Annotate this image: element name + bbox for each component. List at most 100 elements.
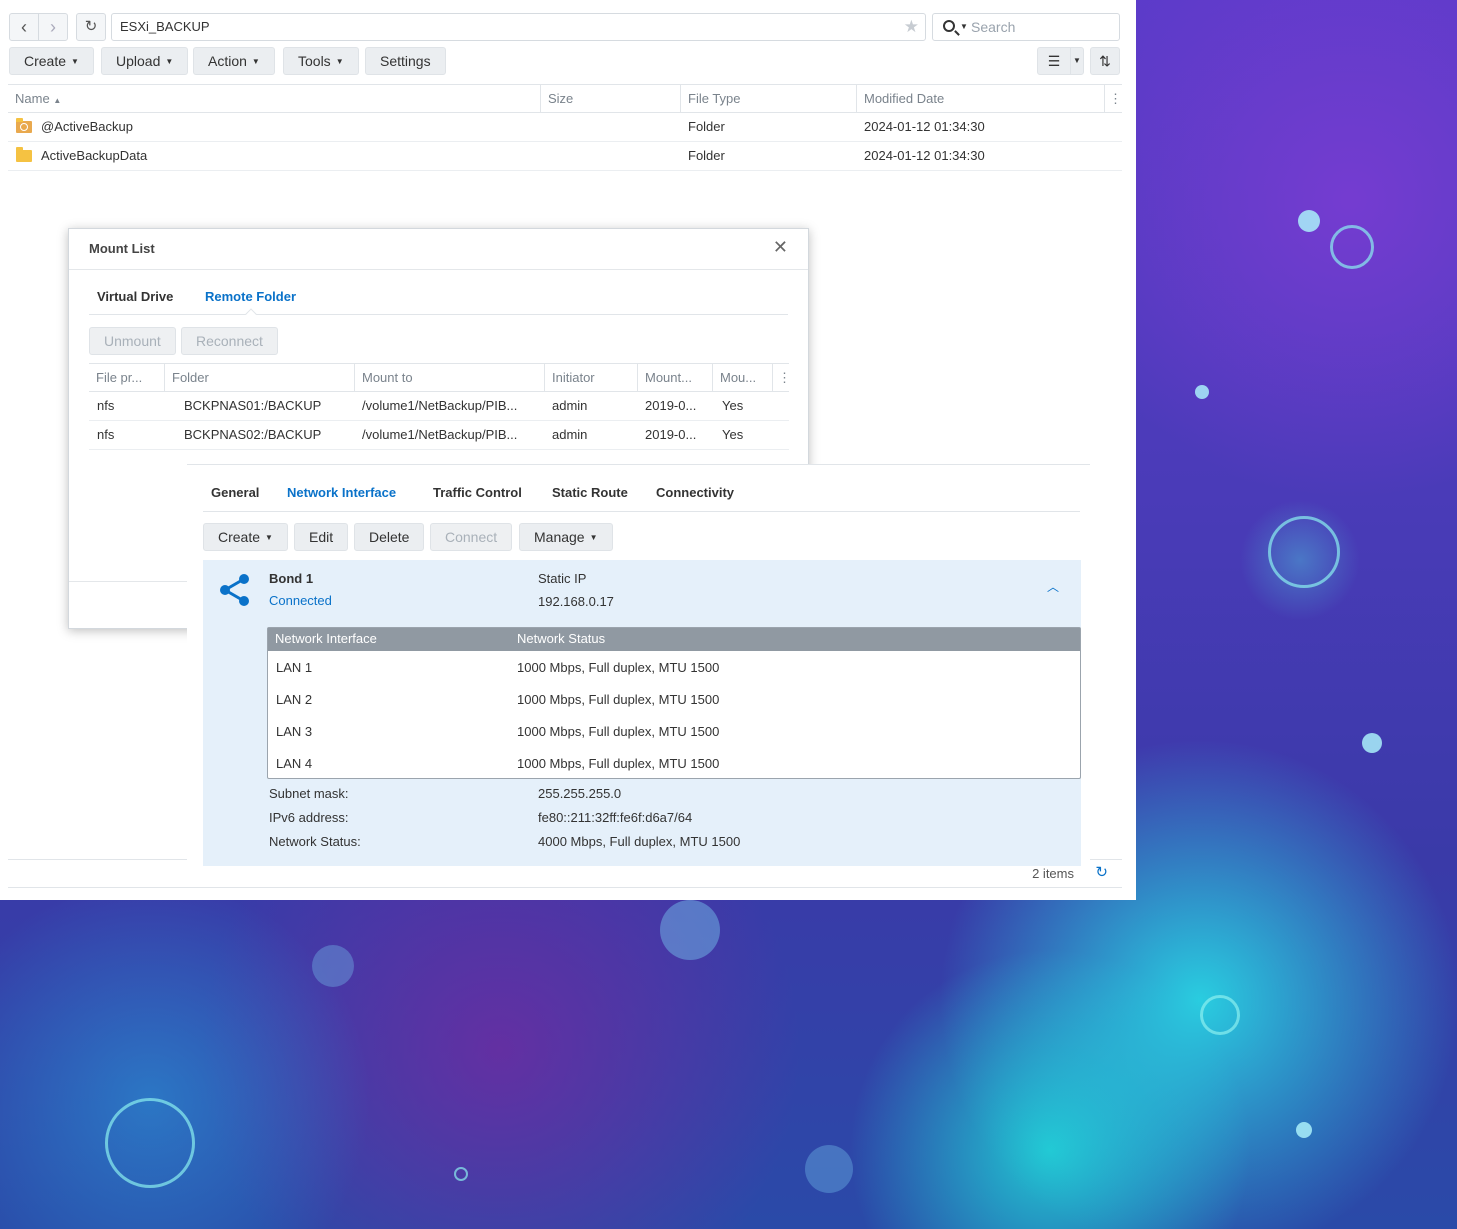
back-button[interactable]: ‹ <box>9 13 39 41</box>
subnet-value: 255.255.255.0 <box>538 786 622 801</box>
interface-status: 1000 Mbps, Full duplex, MTU 1500 <box>517 660 720 675</box>
special-folder-icon <box>16 118 32 133</box>
column-header-size[interactable]: Size <box>540 85 680 112</box>
column-header-interface: Network Interface <box>275 631 377 646</box>
file-table: Name ▲ Size File Type Modified Date ⋮ @A… <box>8 84 1122 171</box>
wallpaper-bubble <box>660 900 720 960</box>
list-view-button[interactable]: ☰ <box>1037 47 1071 75</box>
column-header-file-type[interactable]: File Type <box>680 85 856 112</box>
interface-status: 1000 Mbps, Full duplex, MTU 1500 <box>517 756 720 771</box>
wallpaper-bubble <box>312 945 354 987</box>
file-name: @ActiveBackup <box>41 119 133 134</box>
table-row[interactable]: @ActiveBackup Folder 2024-01-12 01:34:30 <box>8 113 1122 142</box>
network-panel: General Network Interface Traffic Contro… <box>187 464 1090 866</box>
unmount-button[interactable]: Unmount <box>89 327 176 355</box>
tools-button[interactable]: Tools ▼ <box>283 47 359 75</box>
wallpaper-bubble <box>105 1098 195 1188</box>
view-dropdown-button[interactable]: ▼ <box>1070 47 1084 75</box>
column-header-folder[interactable]: Folder <box>164 364 354 391</box>
wallpaper-bubble <box>1298 210 1320 232</box>
table-row: LAN 4 1000 Mbps, Full duplex, MTU 1500 <box>268 747 1080 779</box>
dialog-title: Mount List <box>89 241 155 256</box>
delete-button[interactable]: Delete <box>354 523 425 551</box>
edit-button[interactable]: Edit <box>294 523 349 551</box>
ipv6-value: fe80::211:32ff:fe6f:d6a7/64 <box>538 810 693 825</box>
table-row[interactable]: ActiveBackupData Folder 2024-01-12 01:34… <box>8 142 1122 171</box>
column-header-initiator[interactable]: Initiator <box>544 364 637 391</box>
interface-name: LAN 4 <box>276 756 313 771</box>
table-header: Name ▲ Size File Type Modified Date ⋮ <box>8 84 1122 113</box>
manage-button[interactable]: Manage ▼ <box>519 523 613 551</box>
chevron-up-icon[interactable]: ︿ <box>1047 578 1059 595</box>
column-header-auto-mount[interactable]: Mou... <box>712 364 772 391</box>
subnet-label: Subnet mask: <box>269 786 349 801</box>
list-icon: ☰ <box>1047 53 1061 69</box>
manage-label: Manage <box>534 529 585 545</box>
caret-down-icon: ▼ <box>251 57 260 66</box>
table-row: LAN 1 1000 Mbps, Full duplex, MTU 1500 <box>268 651 1080 683</box>
cell-mount-to: /volume1/NetBackup/PIB... <box>362 398 518 413</box>
mount-table: File pr... Folder Mount to Initiator Mou… <box>89 363 791 450</box>
table-row: LAN 2 1000 Mbps, Full duplex, MTU 1500 <box>268 683 1080 715</box>
ip-address: 192.168.0.17 <box>538 594 614 609</box>
sort-icon: ⇅ <box>1099 53 1111 69</box>
caret-down-icon: ▼ <box>1073 56 1081 65</box>
action-button[interactable]: Action ▼ <box>193 47 275 75</box>
upload-button[interactable]: Upload ▼ <box>101 47 189 75</box>
ip-mode: Static IP <box>538 571 587 586</box>
forward-button[interactable]: › <box>38 13 68 41</box>
table-row[interactable]: nfs BCKPNAS02:/BACKUP /volume1/NetBackup… <box>89 421 789 450</box>
action-label: Action <box>208 53 247 69</box>
caret-down-icon: ▼ <box>589 533 598 542</box>
file-name: ActiveBackupData <box>41 148 148 163</box>
tab-static-route[interactable]: Static Route <box>552 485 628 500</box>
network-status-label: Network Status: <box>269 834 361 849</box>
refresh-icon[interactable]: ↻ <box>1095 863 1108 881</box>
reconnect-button[interactable]: Reconnect <box>181 327 278 355</box>
column-options-icon[interactable]: ⋮ <box>772 364 791 391</box>
interface-name: LAN 1 <box>276 660 313 675</box>
tab-traffic-control[interactable]: Traffic Control <box>433 485 522 500</box>
file-type: Folder <box>688 148 725 163</box>
column-header-name[interactable]: Name ▲ <box>8 85 540 112</box>
create-button[interactable]: Create ▼ <box>203 523 288 551</box>
wallpaper-bubble <box>1362 733 1382 753</box>
star-icon[interactable]: ★ <box>904 14 919 40</box>
column-header-mount-time[interactable]: Mount... <box>637 364 712 391</box>
ipv6-label: IPv6 address: <box>269 810 349 825</box>
interface-table: Network Interface Network Status LAN 1 1… <box>267 627 1081 779</box>
tab-general[interactable]: General <box>211 485 259 500</box>
network-status-value: 4000 Mbps, Full duplex, MTU 1500 <box>538 834 741 849</box>
divider <box>89 314 788 315</box>
cell-initiator: admin <box>552 398 588 413</box>
file-type: Folder <box>688 119 725 134</box>
tab-connectivity[interactable]: Connectivity <box>656 485 734 500</box>
settings-button[interactable]: Settings <box>365 47 446 75</box>
interface-name: LAN 3 <box>276 724 313 739</box>
caret-down-icon[interactable]: ▼ <box>960 14 968 40</box>
column-options-icon[interactable]: ⋮ <box>1104 85 1122 112</box>
sort-button[interactable]: ⇅ <box>1090 47 1120 75</box>
tab-network-interface[interactable]: Network Interface <box>287 485 396 500</box>
close-icon[interactable]: ✕ <box>773 237 788 258</box>
sort-ascending-icon: ▲ <box>53 96 62 105</box>
divider <box>203 511 1080 512</box>
path-bar[interactable]: ESXi_BACKUP ★ <box>111 13 926 41</box>
column-header-modified[interactable]: Modified Date <box>856 85 1104 112</box>
tools-label: Tools <box>298 53 331 69</box>
column-header-protocol[interactable]: File pr... <box>89 364 164 391</box>
connect-button[interactable]: Connect <box>430 523 513 551</box>
search-input[interactable]: ▼ Search <box>932 13 1120 41</box>
bond-status: Connected <box>269 593 332 608</box>
tab-remote-folder[interactable]: Remote Folder <box>205 289 296 304</box>
create-button[interactable]: Create ▼ <box>9 47 94 75</box>
cell-auto-mount: Yes <box>722 427 744 442</box>
column-header-mount-to[interactable]: Mount to <box>354 364 544 391</box>
refresh-button[interactable]: ↻ <box>76 13 106 41</box>
column-label: Name <box>15 91 50 106</box>
divider <box>69 269 808 270</box>
table-row[interactable]: nfs BCKPNAS01:/BACKUP /volume1/NetBackup… <box>89 392 789 421</box>
tab-virtual-drive[interactable]: Virtual Drive <box>97 289 173 304</box>
table-row: LAN 3 1000 Mbps, Full duplex, MTU 1500 <box>268 715 1080 747</box>
cell-auto-mount: Yes <box>722 398 744 413</box>
